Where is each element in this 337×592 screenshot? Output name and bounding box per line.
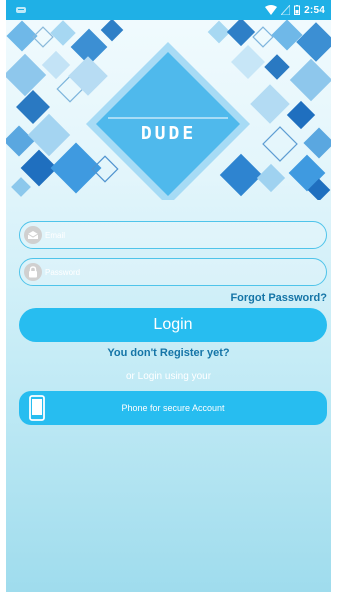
forgot-password-link[interactable]: Forgot Password? [230,292,327,304]
status-time: 2:54 [304,4,325,16]
notification-area [16,6,26,14]
phone-login-label: Phone for secure Account [121,403,225,413]
header-pattern: DUDE [6,17,331,206]
login-screen: 2:54 DUDE Email Forgot Password? Login Y… [6,0,331,592]
email-field[interactable] [19,221,327,249]
register-link[interactable]: You don't Register yet? [6,347,331,359]
status-icons: 2:54 [265,5,325,16]
signal-icon [281,5,291,15]
lock-icon [24,263,42,281]
wifi-icon [265,5,278,15]
phone-login-button[interactable]: Phone for secure Account [19,391,327,425]
diamond-pattern [6,17,331,206]
email-input[interactable] [45,230,305,240]
app-logo: DUDE [140,123,197,144]
alt-login-text: or Login using your [125,371,212,382]
password-input[interactable] [45,267,305,277]
notification-icon [16,7,26,13]
phone-icon [29,395,45,421]
battery-icon [294,5,301,15]
login-button[interactable]: Login [19,308,327,342]
status-bar: 2:54 [6,0,331,20]
email-icon [24,226,42,244]
password-field[interactable] [19,258,327,286]
